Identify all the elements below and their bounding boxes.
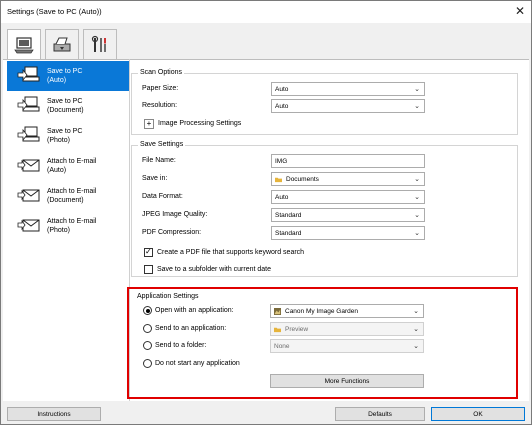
file-name-value: IMG — [275, 158, 288, 165]
subfolder-checkbox[interactable] — [144, 265, 153, 274]
file-name-row: File Name: IMG — [132, 154, 519, 168]
expand-plus-icon[interactable]: + — [144, 119, 154, 129]
sidebar-item-label: Attach to E-mail (Photo) — [47, 218, 97, 234]
pdf-compression-label: PDF Compression: — [142, 229, 202, 236]
data-format-value: Auto — [275, 194, 289, 201]
save-in-row: Save in: Documents ⌄ — [132, 172, 519, 186]
chevron-down-icon: ⌄ — [414, 86, 420, 93]
chevron-down-icon: ⌄ — [414, 194, 420, 201]
save-settings-group: Save Settings File Name: IMG Save in: Do… — [131, 141, 519, 277]
jpeg-quality-select[interactable]: Standard ⌄ — [271, 208, 425, 222]
settings-window: Settings (Save to PC (Auto)) ✕ Save to P… — [0, 0, 532, 425]
sidebar-item-label: Save to PC (Document) — [47, 98, 84, 114]
save-to-pc-icon — [17, 66, 40, 82]
chevron-down-icon: ⌄ — [414, 230, 420, 237]
scanner-icon — [53, 37, 71, 51]
scan-options-group: Scan Options Paper Size: Auto ⌄ Resoluti… — [131, 69, 519, 135]
sidebar-item-label: Save to PC (Photo) — [47, 128, 83, 144]
data-format-label: Data Format: — [142, 193, 183, 200]
scan-type-list: Save to PC (Auto) Save to PC (Document) … — [5, 59, 129, 399]
window-title: Settings (Save to PC (Auto)) — [7, 7, 102, 16]
jpeg-quality-label: JPEG Image Quality: — [142, 211, 208, 218]
resolution-value: Auto — [275, 103, 289, 110]
data-format-row: Data Format: Auto ⌄ — [132, 190, 519, 204]
sidebar-item-attach-email-auto[interactable]: Attach to E-mail (Auto) — [7, 151, 129, 181]
chevron-down-icon: ⌄ — [414, 212, 420, 219]
save-to-pc-icon — [17, 126, 40, 142]
sidebar-item-save-to-pc-photo[interactable]: Save to PC (Photo) — [7, 121, 129, 151]
resolution-row: Resolution: Auto ⌄ — [132, 99, 519, 113]
sidebar-item-label: Save to PC (Auto) — [47, 68, 83, 84]
chevron-down-icon: ⌄ — [414, 103, 420, 110]
resolution-select[interactable]: Auto ⌄ — [271, 99, 425, 113]
email-icon — [17, 189, 40, 202]
tab-tools[interactable] — [83, 29, 117, 59]
sidebar-item-label: Attach to E-mail (Document) — [47, 188, 97, 204]
defaults-button[interactable]: Defaults — [335, 407, 425, 421]
pdf-compression-value: Standard — [275, 230, 302, 237]
image-processing-label[interactable]: Image Processing Settings — [158, 120, 241, 127]
highlight-box — [127, 287, 518, 399]
paper-size-row: Paper Size: Auto ⌄ — [132, 82, 519, 96]
pdf-compression-select[interactable]: Standard ⌄ — [271, 226, 425, 240]
sidebar-item-attach-email-document[interactable]: Attach to E-mail (Document) — [7, 181, 129, 211]
sidebar-item-label: Attach to E-mail (Auto) — [47, 158, 97, 174]
sidebar-item-attach-email-photo[interactable]: Attach to E-mail (Photo) — [7, 211, 129, 241]
file-name-input[interactable]: IMG — [271, 154, 425, 168]
group-title: Scan Options — [138, 69, 185, 76]
jpeg-quality-row: JPEG Image Quality: Standard ⌄ — [132, 208, 519, 222]
save-in-label: Save in: — [142, 175, 168, 182]
file-name-label: File Name: — [142, 157, 176, 164]
email-icon — [17, 159, 40, 172]
paper-size-label: Paper Size: — [142, 85, 179, 92]
chevron-down-icon: ⌄ — [414, 176, 420, 183]
group-title: Save Settings — [138, 141, 186, 148]
data-format-select[interactable]: Auto ⌄ — [271, 190, 425, 204]
tab-scanner[interactable] — [45, 29, 79, 59]
email-icon — [17, 219, 40, 232]
computer-icon — [14, 37, 34, 54]
save-in-select[interactable]: Documents ⌄ — [271, 172, 425, 186]
resolution-label: Resolution: — [142, 102, 178, 109]
ok-button[interactable]: OK — [431, 407, 525, 421]
sidebar-item-save-to-pc-document[interactable]: Save to PC (Document) — [7, 91, 129, 121]
subfolder-label: Save to a subfolder with current date — [157, 266, 272, 273]
tools-icon — [91, 35, 106, 52]
jpeg-quality-value: Standard — [275, 212, 302, 219]
pdf-compression-row: PDF Compression: Standard ⌄ — [132, 226, 519, 240]
save-to-pc-icon — [17, 96, 40, 112]
tab-computer[interactable] — [7, 29, 41, 60]
sidebar-item-save-to-pc-auto[interactable]: Save to PC (Auto) — [7, 61, 129, 91]
keyword-search-label: Create a PDF file that supports keyword … — [157, 249, 305, 256]
instructions-button[interactable]: Instructions — [7, 407, 101, 421]
save-in-value: Documents — [286, 176, 319, 183]
close-button[interactable]: ✕ — [515, 4, 525, 18]
title-bar: Settings (Save to PC (Auto)) ✕ — [1, 1, 531, 23]
paper-size-value: Auto — [275, 86, 289, 93]
folder-icon — [275, 177, 282, 183]
paper-size-select[interactable]: Auto ⌄ — [271, 82, 425, 96]
keyword-search-checkbox[interactable] — [144, 247, 153, 257]
